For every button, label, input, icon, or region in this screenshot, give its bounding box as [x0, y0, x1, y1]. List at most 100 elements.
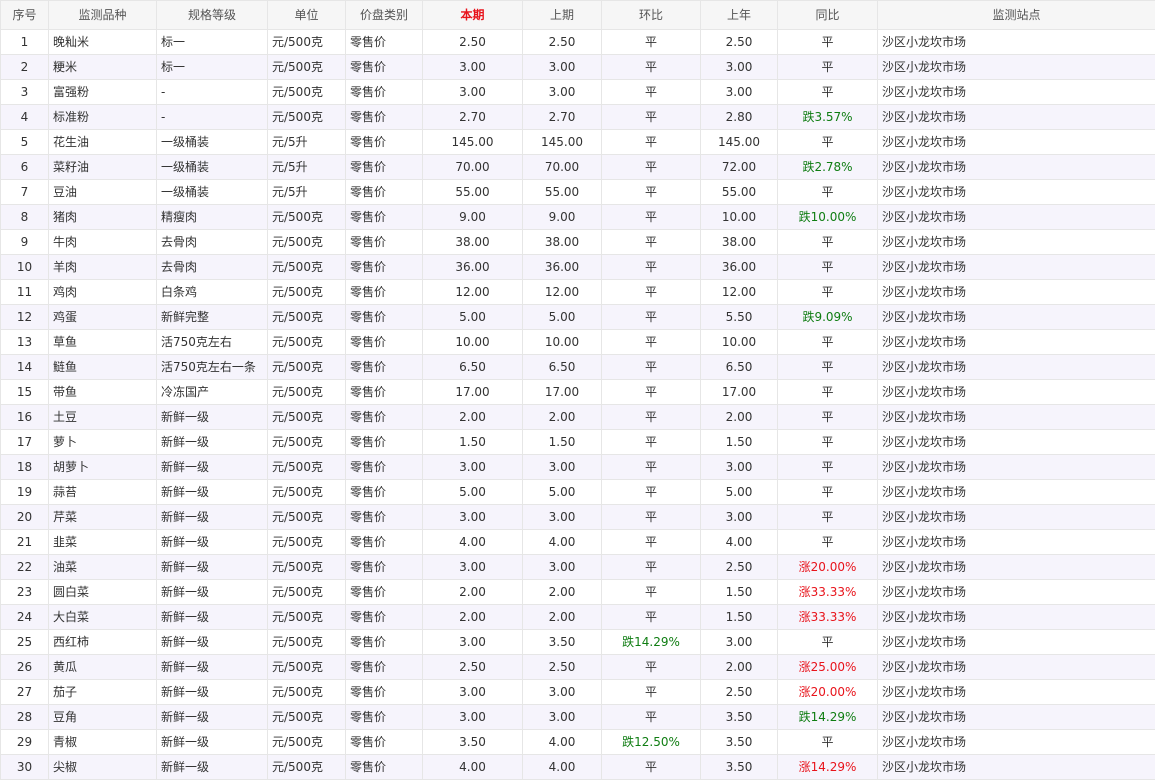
cell-item: 韭菜 — [49, 530, 157, 555]
cell-item: 芹菜 — [49, 505, 157, 530]
cell-mom: 跌12.50% — [602, 730, 701, 755]
cell-last-year: 3.00 — [701, 55, 778, 80]
cell-yoy: 涨20.00% — [778, 680, 878, 705]
cell-previous: 4.00 — [523, 730, 602, 755]
cell-mom: 平 — [602, 30, 701, 55]
cell-previous: 2.00 — [523, 605, 602, 630]
table-header: 序号 监测品种 规格等级 单位 价盘类别 本期 上期 环比 上年 同比 监测站点 — [1, 1, 1155, 30]
cell-previous: 2.00 — [523, 580, 602, 605]
cell-station: 沙区小龙坎市场 — [878, 255, 1155, 280]
cell-no: 15 — [1, 380, 49, 405]
cell-last-year: 2.00 — [701, 405, 778, 430]
cell-no: 4 — [1, 105, 49, 130]
cell-unit: 元/500克 — [268, 105, 346, 130]
table-row: 1晚籼米标一元/500克零售价2.502.50平2.50平沙区小龙坎市场 — [1, 30, 1155, 55]
table-row: 10羊肉去骨肉元/500克零售价36.0036.00平36.00平沙区小龙坎市场 — [1, 255, 1155, 280]
cell-unit: 元/500克 — [268, 30, 346, 55]
cell-item: 鸡蛋 — [49, 305, 157, 330]
cell-last-year: 3.50 — [701, 755, 778, 780]
cell-spec: 新鲜一级 — [157, 605, 268, 630]
cell-price-type: 零售价 — [346, 755, 423, 780]
header-unit: 单位 — [268, 1, 346, 30]
cell-last-year: 1.50 — [701, 580, 778, 605]
cell-no: 29 — [1, 730, 49, 755]
cell-current: 6.50 — [423, 355, 523, 380]
cell-unit: 元/500克 — [268, 380, 346, 405]
cell-spec: 新鲜一级 — [157, 655, 268, 680]
cell-previous: 17.00 — [523, 380, 602, 405]
table-row: 19蒜苔新鲜一级元/500克零售价5.005.00平5.00平沙区小龙坎市场 — [1, 480, 1155, 505]
cell-spec: 白条鸡 — [157, 280, 268, 305]
cell-no: 10 — [1, 255, 49, 280]
cell-spec: 新鲜完整 — [157, 305, 268, 330]
header-item: 监测品种 — [49, 1, 157, 30]
cell-yoy: 平 — [778, 380, 878, 405]
cell-current: 145.00 — [423, 130, 523, 155]
cell-no: 27 — [1, 680, 49, 705]
cell-yoy: 平 — [778, 255, 878, 280]
cell-last-year: 3.50 — [701, 730, 778, 755]
cell-mom: 平 — [602, 55, 701, 80]
table-row: 12鸡蛋新鲜完整元/500克零售价5.005.00平5.50跌9.09%沙区小龙… — [1, 305, 1155, 330]
cell-item: 萝卜 — [49, 430, 157, 455]
cell-unit: 元/500克 — [268, 680, 346, 705]
cell-item: 带鱼 — [49, 380, 157, 405]
cell-spec: 新鲜一级 — [157, 530, 268, 555]
cell-current: 3.00 — [423, 555, 523, 580]
cell-mom: 平 — [602, 580, 701, 605]
cell-price-type: 零售价 — [346, 405, 423, 430]
table-row: 23圆白菜新鲜一级元/500克零售价2.002.00平1.50涨33.33%沙区… — [1, 580, 1155, 605]
cell-mom: 平 — [602, 305, 701, 330]
cell-yoy: 跌2.78% — [778, 155, 878, 180]
cell-mom: 平 — [602, 680, 701, 705]
cell-station: 沙区小龙坎市场 — [878, 430, 1155, 455]
cell-item: 油菜 — [49, 555, 157, 580]
cell-no: 8 — [1, 205, 49, 230]
table-row: 21韭菜新鲜一级元/500克零售价4.004.00平4.00平沙区小龙坎市场 — [1, 530, 1155, 555]
cell-current: 4.00 — [423, 755, 523, 780]
cell-spec: 新鲜一级 — [157, 555, 268, 580]
table-row: 6菜籽油一级桶装元/5升零售价70.0070.00平72.00跌2.78%沙区小… — [1, 155, 1155, 180]
cell-mom: 平 — [602, 205, 701, 230]
cell-last-year: 2.50 — [701, 555, 778, 580]
header-station: 监测站点 — [878, 1, 1155, 30]
cell-yoy: 平 — [778, 530, 878, 555]
cell-mom: 平 — [602, 480, 701, 505]
cell-previous: 10.00 — [523, 330, 602, 355]
cell-previous: 55.00 — [523, 180, 602, 205]
header-current: 本期 — [423, 1, 523, 30]
cell-current: 55.00 — [423, 180, 523, 205]
cell-item: 鲢鱼 — [49, 355, 157, 380]
cell-last-year: 38.00 — [701, 230, 778, 255]
cell-price-type: 零售价 — [346, 55, 423, 80]
cell-no: 25 — [1, 630, 49, 655]
table-row: 4标准粉-元/500克零售价2.702.70平2.80跌3.57%沙区小龙坎市场 — [1, 105, 1155, 130]
cell-item: 豆角 — [49, 705, 157, 730]
cell-current: 36.00 — [423, 255, 523, 280]
cell-station: 沙区小龙坎市场 — [878, 530, 1155, 555]
cell-mom: 平 — [602, 505, 701, 530]
cell-unit: 元/500克 — [268, 305, 346, 330]
cell-yoy: 涨25.00% — [778, 655, 878, 680]
cell-current: 5.00 — [423, 480, 523, 505]
cell-unit: 元/500克 — [268, 730, 346, 755]
cell-station: 沙区小龙坎市场 — [878, 380, 1155, 405]
cell-spec: 新鲜一级 — [157, 480, 268, 505]
cell-yoy: 平 — [778, 180, 878, 205]
cell-unit: 元/500克 — [268, 555, 346, 580]
cell-yoy: 涨33.33% — [778, 580, 878, 605]
cell-unit: 元/500克 — [268, 430, 346, 455]
cell-price-type: 零售价 — [346, 630, 423, 655]
cell-spec: - — [157, 105, 268, 130]
cell-yoy: 平 — [778, 330, 878, 355]
cell-price-type: 零售价 — [346, 655, 423, 680]
cell-mom: 平 — [602, 180, 701, 205]
cell-current: 3.00 — [423, 630, 523, 655]
table-row: 30尖椒新鲜一级元/500克零售价4.004.00平3.50涨14.29%沙区小… — [1, 755, 1155, 780]
cell-no: 22 — [1, 555, 49, 580]
cell-last-year: 5.00 — [701, 480, 778, 505]
cell-mom: 平 — [602, 330, 701, 355]
cell-yoy: 涨33.33% — [778, 605, 878, 630]
cell-current: 2.50 — [423, 655, 523, 680]
cell-spec: 新鲜一级 — [157, 405, 268, 430]
